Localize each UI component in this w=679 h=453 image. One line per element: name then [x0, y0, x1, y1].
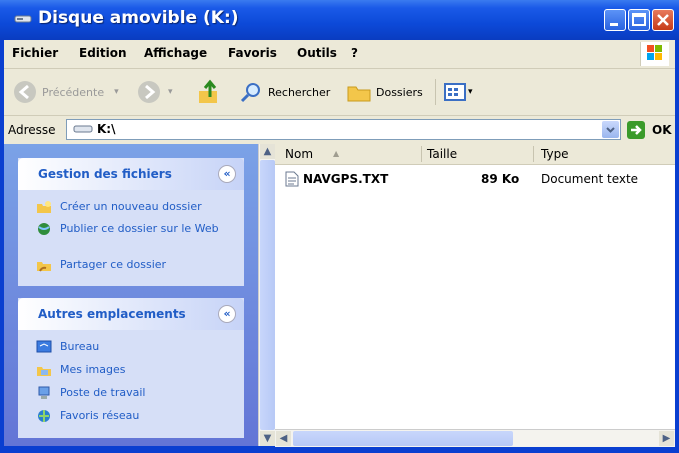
minimize-button[interactable] — [604, 9, 626, 31]
address-value: K:\ — [97, 122, 116, 136]
address-dropdown-button[interactable] — [602, 121, 619, 138]
place-my-computer[interactable]: Poste de travail — [36, 386, 230, 400]
file-name: NAVGPS.TXT — [303, 172, 389, 186]
back-label: Précédente — [42, 85, 105, 99]
globe-icon — [38, 223, 50, 235]
go-label: OK — [652, 123, 672, 137]
toolbar: Précédente ▾ ▾ Rechercher Dossiers ▾ — [4, 69, 675, 116]
forward-arrow-icon — [138, 81, 160, 103]
place-my-pictures[interactable]: Mes images — [36, 363, 230, 377]
back-arrow-icon — [14, 81, 36, 103]
column-divider[interactable] — [421, 146, 422, 162]
folders-label: Dossiers — [376, 85, 423, 99]
task-share-folder[interactable]: Partager ce dossier — [36, 258, 230, 272]
horizontal-scrollbar[interactable]: ◀ ▶ — [275, 429, 675, 447]
views-dropdown-icon: ▾ — [468, 87, 473, 97]
address-label: Adresse — [8, 123, 56, 137]
column-name[interactable]: Nom — [285, 147, 313, 161]
menu-edition[interactable]: Edition — [79, 46, 127, 60]
collapse-places-button[interactable]: « — [218, 305, 236, 323]
menu-affichage[interactable]: Affichage — [144, 46, 207, 60]
other-places-title: Autres emplacements — [38, 307, 186, 321]
minimize-icon — [610, 23, 618, 26]
column-type[interactable]: Type — [541, 147, 569, 161]
windows-flag-icon — [647, 45, 662, 60]
pictures-folder-icon — [37, 367, 51, 376]
place-network[interactable]: Favoris réseau — [36, 409, 230, 423]
share-folder-icon — [37, 262, 51, 272]
scroll-right-button[interactable]: ▶ — [659, 431, 674, 446]
folder-up-icon — [199, 79, 217, 103]
menu-bar: Fichier Edition Affichage Favoris Outils… — [4, 40, 675, 69]
window-title: Disque amovible (K:) — [38, 8, 239, 28]
search-button[interactable]: Rechercher — [240, 79, 330, 105]
maximize-icon — [632, 13, 646, 26]
file-type: Document texte — [541, 172, 639, 186]
scroll-thumb[interactable] — [260, 160, 275, 430]
removable-drive-icon — [14, 15, 32, 23]
file-tasks-title: Gestion des fichiers — [38, 167, 172, 181]
search-label: Rechercher — [268, 85, 331, 99]
menu-outils[interactable]: Outils — [297, 46, 337, 60]
title-bar[interactable]: Disque amovible (K:) — [0, 0, 679, 40]
drive-icon — [73, 125, 93, 133]
address-bar: Adresse K:\ OK — [4, 116, 675, 144]
text-file-icon — [285, 171, 299, 187]
file-tasks-header[interactable]: Gestion des fichiers « — [18, 158, 244, 190]
computer-icon — [38, 386, 50, 399]
go-arrow-icon — [627, 121, 645, 139]
folders-icon — [347, 86, 371, 102]
address-input[interactable]: K:\ — [66, 119, 621, 140]
left-vertical-scrollbar[interactable]: ▲ ▼ — [258, 144, 276, 446]
close-icon — [657, 14, 669, 26]
scroll-down-button[interactable]: ▼ — [260, 431, 275, 446]
chevron-down-icon — [606, 127, 615, 133]
desktop-icon — [36, 340, 52, 353]
menu-favoris[interactable]: Favoris — [228, 46, 277, 60]
up-button[interactable] — [196, 79, 222, 105]
sort-ascending-icon: ▲ — [333, 149, 340, 158]
explorer-window: Disque amovible (K:) Fichier Edition Aff… — [0, 0, 679, 453]
views-icon — [444, 83, 466, 101]
column-header: Nom ▲ Taille Type — [275, 144, 675, 165]
task-publish-web[interactable]: Publier ce dossier sur le Web — [36, 222, 230, 236]
back-button[interactable]: Précédente ▾ — [12, 79, 119, 105]
network-globe-icon — [38, 410, 50, 422]
toolbar-separator — [435, 79, 436, 105]
column-divider[interactable] — [533, 146, 534, 162]
menu-help[interactable]: ? — [351, 46, 358, 60]
forward-dropdown-icon[interactable]: ▾ — [168, 87, 173, 97]
file-tasks-panel: Gestion des fichiers « Créer un nouveau … — [18, 158, 244, 286]
task-pane: Gestion des fichiers « Créer un nouveau … — [4, 144, 258, 446]
back-dropdown-icon[interactable]: ▾ — [114, 87, 119, 97]
other-places-panel: Autres emplacements « Bureau Mes images … — [18, 298, 244, 438]
menu-fichier[interactable]: Fichier — [12, 46, 58, 60]
file-row[interactable]: NAVGPS.TXT 89 Ko Document texte — [275, 170, 675, 188]
go-button[interactable]: OK — [626, 119, 672, 141]
views-button[interactable]: ▾ — [444, 79, 473, 105]
windows-logo — [640, 42, 669, 66]
place-desktop[interactable]: Bureau — [36, 340, 230, 354]
collapse-tasks-button[interactable]: « — [218, 165, 236, 183]
horizontal-scroll-thumb[interactable] — [293, 431, 513, 446]
folders-button[interactable]: Dossiers — [346, 79, 423, 105]
scroll-up-button[interactable]: ▲ — [260, 144, 275, 159]
column-size[interactable]: Taille — [427, 147, 457, 161]
search-icon — [240, 83, 260, 103]
scroll-left-button[interactable]: ◀ — [276, 431, 291, 446]
close-button[interactable] — [652, 9, 674, 31]
new-folder-icon — [37, 201, 51, 213]
file-list: Nom ▲ Taille Type NAVGPS.TXT 89 Ko Docum… — [275, 144, 675, 429]
maximize-button[interactable] — [628, 9, 650, 31]
other-places-header[interactable]: Autres emplacements « — [18, 298, 244, 330]
task-new-folder[interactable]: Créer un nouveau dossier — [36, 200, 230, 214]
file-size: 89 Ko — [481, 172, 520, 186]
forward-button[interactable]: ▾ — [136, 79, 173, 105]
